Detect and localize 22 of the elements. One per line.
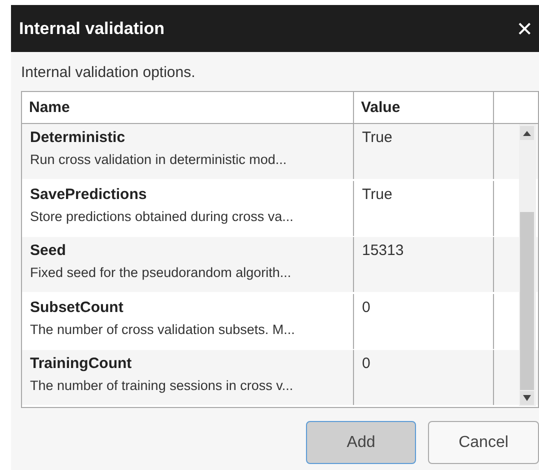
property-description: The number of training sessions in cross v... [30,378,294,394]
property-description: Store predictions obtained during cross va... [30,208,294,224]
property-description: Fixed seed for the pseudorandom algorith... [30,265,292,280]
scrollbar[interactable] [519,124,536,406]
window-title: Internal validation [19,18,164,38]
property-name: TrainingCount [30,355,133,372]
value-cell[interactable]: 15313 [354,237,494,292]
close-button[interactable]: ✕ [514,16,535,40]
property-description: The number of cross validation subsets. M... [30,322,296,337]
description-text: Internal validation options. [21,64,196,81]
value-cell[interactable]: True [354,124,494,179]
property-name: Seed [30,242,67,260]
cancel-button[interactable]: Cancel [428,421,539,464]
property-name: SavePredictions [30,186,148,203]
property-description: Run cross validation in deterministic mod... [30,152,288,167]
name-cell[interactable]: Seed Fixed seed for the pseudorandom algorith... [22,237,354,292]
property-name: SubsetCount [30,298,124,316]
add-button[interactable]: Add [306,421,416,464]
property-name: Deterministic [30,129,126,146]
name-cell[interactable]: Deterministic Run cross validation in deterministic mod... [22,124,354,179]
value-cell[interactable]: 0 [354,350,494,406]
name-cell[interactable]: TrainingCount The number of training sessions in cross v... [22,350,354,406]
